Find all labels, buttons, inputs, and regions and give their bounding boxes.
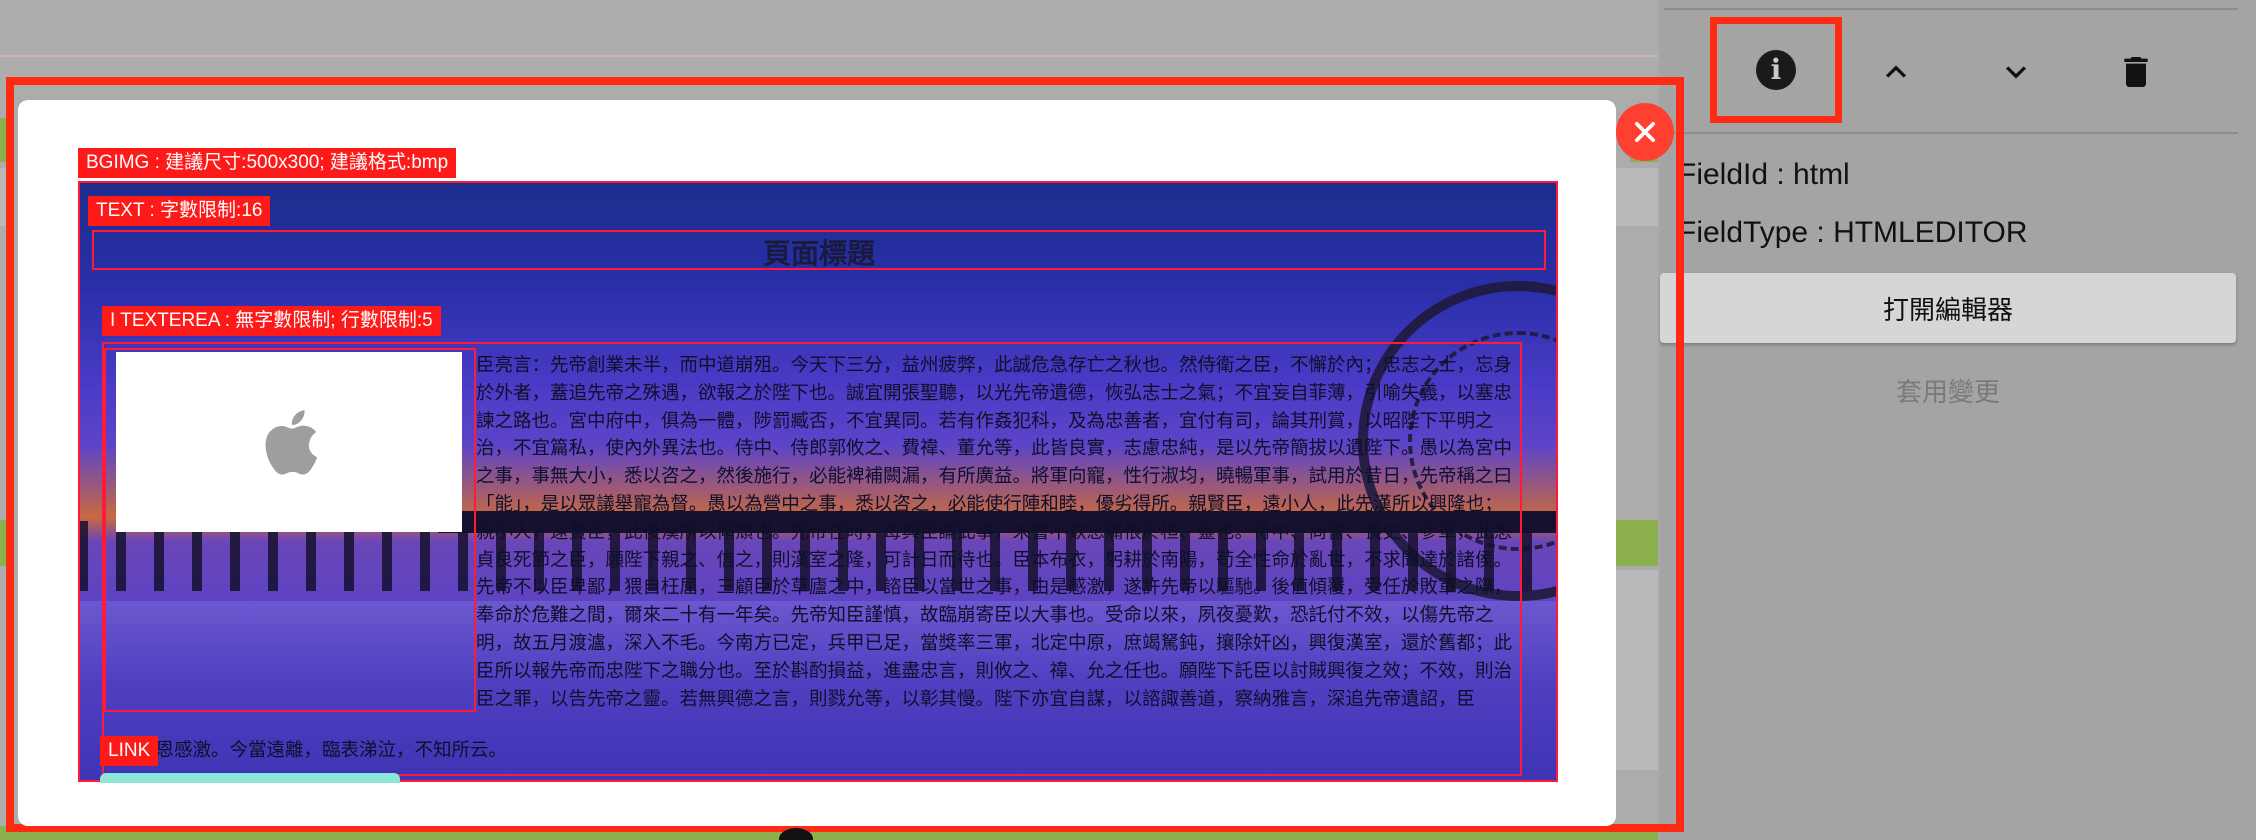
open-editor-button[interactable]: 打開編輯器 xyxy=(1660,273,2236,343)
field-type-text: FieldType : HTMLEDITOR xyxy=(1678,216,2028,249)
panel-divider xyxy=(1664,8,2238,10)
move-up-button[interactable] xyxy=(1848,24,1944,120)
delete-button[interactable] xyxy=(2088,24,2184,120)
page-title: 頁面標題 xyxy=(762,237,875,270)
field-properties-panel: i FieldId : html FieldType : HTMLEDITOR … xyxy=(1660,0,2256,840)
bgimg-tag: BGIMG : 建議尺寸:500x300; 建議格式:bmp xyxy=(78,148,457,178)
apply-changes-button[interactable]: 套用變更 xyxy=(1660,362,2236,418)
article-tail: 不勝受恩感激。今當遠離，臨表涕泣，不知所云。 xyxy=(100,740,508,761)
background-divider xyxy=(0,55,1658,57)
article-body: 臣亮言：先帝創業未半，而中道崩殂。今天下三分，益州疲弊，此誠危急存亡之秋也。然侍… xyxy=(476,355,1513,710)
close-icon xyxy=(1634,121,1656,143)
field-id-text: FieldId : html xyxy=(1678,158,1850,191)
chevron-down-icon xyxy=(2006,66,2026,79)
info-icon: i xyxy=(1756,50,1796,90)
apple-logo-icon xyxy=(265,410,317,475)
image-placeholder xyxy=(116,352,462,532)
info-button[interactable]: i xyxy=(1710,17,1842,123)
text-tag: TEXT : 字數限制:16 xyxy=(88,196,271,226)
texterea-tag: I TEXTEREA : 無字數限制; 行數限制:5 xyxy=(102,306,441,336)
chevron-up-icon xyxy=(1886,65,1906,78)
trash-icon xyxy=(2124,57,2148,87)
link-button[interactable] xyxy=(100,773,400,783)
panel-divider xyxy=(1664,132,2238,134)
link-tag: LINK xyxy=(100,736,159,766)
move-down-button[interactable] xyxy=(1968,24,2064,120)
close-modal-button[interactable] xyxy=(1616,103,1674,161)
